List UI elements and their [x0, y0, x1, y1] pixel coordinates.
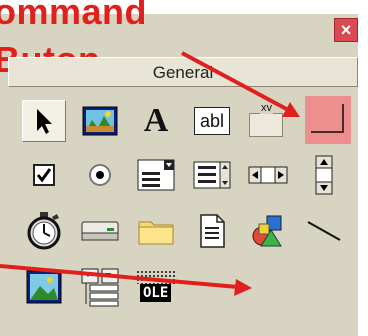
annotation-arrowhead-bottom	[234, 279, 252, 296]
annotation-arrow-bottom	[0, 264, 239, 289]
annotation-arrows	[0, 51, 300, 296]
annotation-arrow-top	[181, 51, 293, 114]
